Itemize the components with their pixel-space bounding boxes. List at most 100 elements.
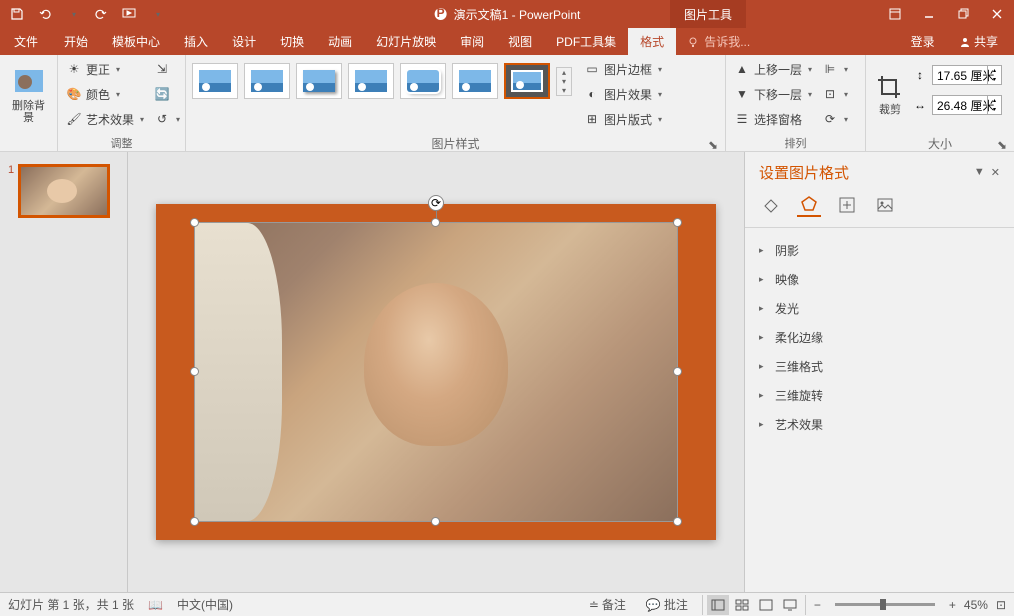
align-button[interactable]: ⊫: [818, 57, 852, 81]
slide-counter[interactable]: 幻灯片 第 1 张，共 1 张: [8, 596, 134, 613]
tab-review[interactable]: 审阅: [448, 28, 496, 55]
close-button[interactable]: [980, 0, 1014, 28]
tab-view[interactable]: 视图: [496, 28, 544, 55]
pane-tab-fill[interactable]: [759, 193, 783, 217]
resize-handle-br[interactable]: [673, 517, 682, 526]
color-button[interactable]: 🎨颜色: [62, 82, 148, 106]
height-row: ↕ 17.65 厘米▴▾: [912, 63, 1002, 87]
zoom-level[interactable]: 45%: [964, 598, 988, 612]
undo-button[interactable]: [32, 2, 58, 26]
rotation-handle[interactable]: ⟳: [428, 195, 444, 211]
language-indicator[interactable]: 中文(中国): [177, 596, 233, 613]
slideshow-view-button[interactable]: [779, 595, 801, 615]
reset-picture-button[interactable]: ↺: [150, 107, 184, 131]
start-slideshow-button[interactable]: [116, 2, 142, 26]
rotate-button[interactable]: ⟳: [818, 107, 852, 131]
picture-border-button[interactable]: ▭图片边框: [580, 57, 666, 81]
resize-handle-b[interactable]: [431, 517, 440, 526]
login-button[interactable]: 登录: [903, 33, 943, 50]
picture-styles-gallery[interactable]: ▴▾▾: [190, 57, 574, 105]
tab-animations[interactable]: 动画: [316, 28, 364, 55]
pane-tab-size[interactable]: [835, 193, 859, 217]
tab-file[interactable]: 文件: [0, 28, 52, 55]
tab-insert[interactable]: 插入: [172, 28, 220, 55]
bring-forward-button[interactable]: ▲上移一层: [730, 57, 816, 81]
contextual-tab-label: 图片工具: [670, 0, 746, 28]
crop-button[interactable]: 裁剪: [870, 57, 910, 133]
undo-dropdown[interactable]: [60, 2, 86, 26]
sorter-view-button[interactable]: [731, 595, 753, 615]
slide-thumbnails-panel[interactable]: 1: [0, 152, 128, 592]
corrections-button[interactable]: ☀更正: [62, 57, 148, 81]
remove-background-button[interactable]: 删除背景: [4, 57, 53, 133]
zoom-slider[interactable]: [835, 603, 935, 606]
pane-item-3d-format[interactable]: 三维格式: [759, 352, 1000, 381]
style-preset-2[interactable]: [244, 63, 290, 99]
picture-layout-button[interactable]: ⊞图片版式: [580, 107, 666, 131]
pane-options-button[interactable]: ▼: [974, 166, 985, 179]
zoom-out-button[interactable]: −: [814, 598, 821, 612]
artistic-effects-button[interactable]: 🖌艺术效果: [62, 107, 148, 131]
pane-item-soft-edges[interactable]: 柔化边缘: [759, 323, 1000, 352]
fit-to-window-button[interactable]: ⊡: [996, 598, 1006, 612]
tab-design[interactable]: 设计: [220, 28, 268, 55]
pane-close-button[interactable]: ✕: [991, 166, 1000, 179]
pane-item-artistic[interactable]: 艺术效果: [759, 410, 1000, 439]
style-preset-5[interactable]: [400, 63, 446, 99]
zoom-in-button[interactable]: +: [949, 598, 956, 612]
minimize-button[interactable]: [912, 0, 946, 28]
group-button[interactable]: ⊡: [818, 82, 852, 106]
pane-item-3d-rotation[interactable]: 三维旋转: [759, 381, 1000, 410]
size-dialog-launcher[interactable]: ⬊: [996, 138, 1008, 150]
tab-template[interactable]: 模板中心: [100, 28, 172, 55]
resize-handle-tr[interactable]: [673, 218, 682, 227]
styles-gallery-more[interactable]: ▴▾▾: [556, 67, 572, 96]
pane-item-glow[interactable]: 发光: [759, 294, 1000, 323]
change-picture-button[interactable]: 🔄: [150, 82, 184, 106]
height-input[interactable]: 17.65 厘米▴▾: [932, 65, 1002, 85]
share-button[interactable]: 共享: [951, 33, 1006, 50]
style-preset-1[interactable]: [192, 63, 238, 99]
spellcheck-icon[interactable]: 📖: [148, 598, 163, 612]
thumbnail-1[interactable]: 1: [8, 164, 119, 218]
restore-button[interactable]: [946, 0, 980, 28]
save-button[interactable]: [4, 2, 30, 26]
resize-handle-r[interactable]: [673, 367, 682, 376]
tab-pdf[interactable]: PDF工具集: [544, 28, 628, 55]
tab-slideshow[interactable]: 幻灯片放映: [364, 28, 448, 55]
slide-thumbnail[interactable]: [18, 164, 110, 218]
resize-handle-bl[interactable]: [190, 517, 199, 526]
picture-effects-button[interactable]: ◐图片效果: [580, 82, 666, 106]
pane-item-reflection[interactable]: 映像: [759, 265, 1000, 294]
normal-view-button[interactable]: [707, 595, 729, 615]
send-backward-button[interactable]: ▼下移一层: [730, 82, 816, 106]
resize-handle-l[interactable]: [190, 367, 199, 376]
resize-handle-tl[interactable]: [190, 218, 199, 227]
width-input[interactable]: 26.48 厘米▴▾: [932, 95, 1002, 115]
qat-customize-dropdown[interactable]: [144, 2, 170, 26]
style-preset-4[interactable]: [348, 63, 394, 99]
resize-handle-t[interactable]: [431, 218, 440, 227]
compress-pictures-button[interactable]: ⇲: [150, 57, 184, 81]
tab-transitions[interactable]: 切换: [268, 28, 316, 55]
tell-me-search[interactable]: 告诉我...: [676, 28, 750, 55]
styles-dialog-launcher[interactable]: ⬊: [707, 138, 719, 150]
notes-button[interactable]: ≐ 备注: [583, 594, 632, 615]
reading-view-button[interactable]: [755, 595, 777, 615]
ribbon-options-button[interactable]: [878, 0, 912, 28]
pane-tab-picture[interactable]: [873, 193, 897, 217]
redo-button[interactable]: [88, 2, 114, 26]
selected-picture[interactable]: ⟳: [194, 222, 678, 522]
change-icon: 🔄: [154, 86, 170, 102]
comments-button[interactable]: 💬 批注: [640, 594, 694, 615]
slide-canvas[interactable]: ⟳: [128, 152, 744, 592]
slide[interactable]: ⟳: [156, 204, 716, 540]
pane-tab-effects[interactable]: [797, 193, 821, 217]
selection-pane-button[interactable]: ☰选择窗格: [730, 107, 816, 131]
style-preset-3[interactable]: [296, 63, 342, 99]
pane-item-shadow[interactable]: 阴影: [759, 236, 1000, 265]
tab-home[interactable]: 开始: [52, 28, 100, 55]
tab-format[interactable]: 格式: [628, 28, 676, 55]
style-preset-6[interactable]: [452, 63, 498, 99]
style-preset-7[interactable]: [504, 63, 550, 99]
